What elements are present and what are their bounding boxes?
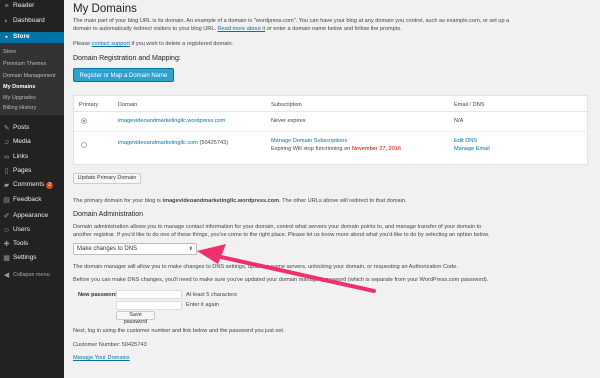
- annotation-arrow: [197, 244, 376, 293]
- pink-arrow-annotation: [197, 244, 376, 293]
